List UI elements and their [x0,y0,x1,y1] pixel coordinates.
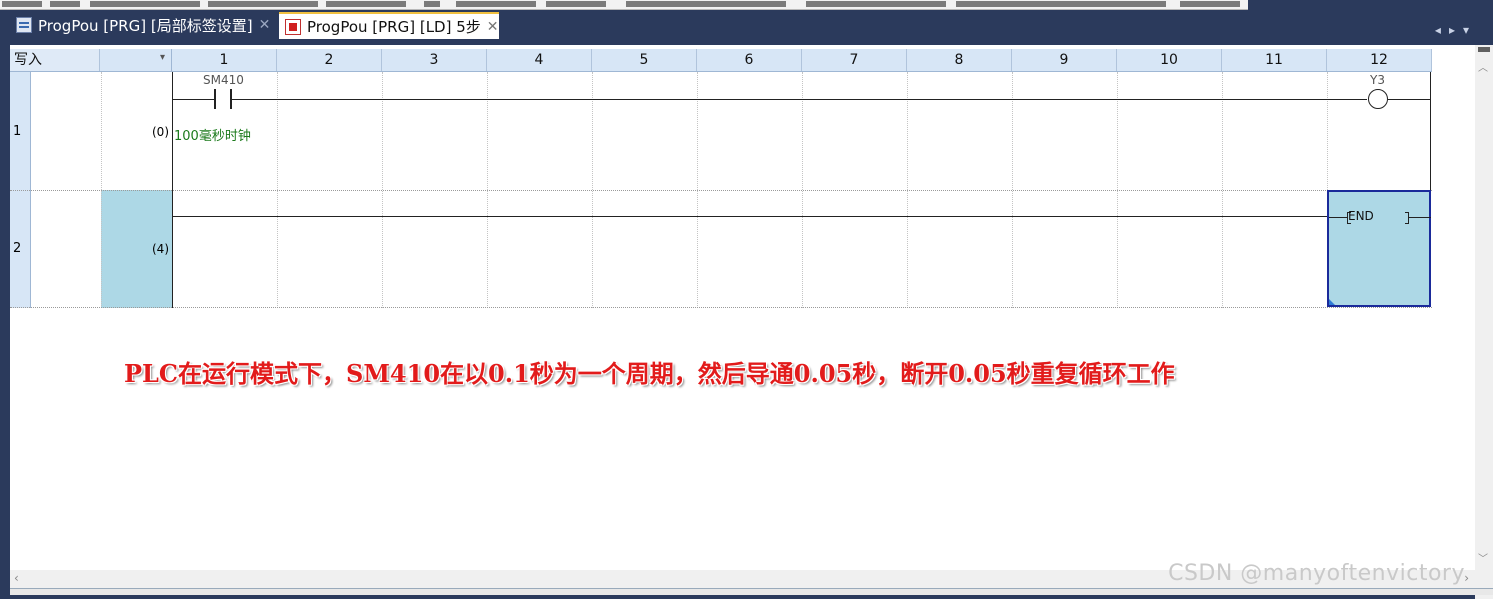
output-coil[interactable] [1368,89,1388,109]
right-power-rail [1430,72,1431,190]
column-header: 5 [592,49,697,71]
column-header: 2 [277,49,382,71]
tab-ladder-program[interactable]: ProgPou [PRG] [LD] 5步 ✕ [279,12,499,39]
close-icon[interactable]: ✕ [259,17,271,33]
column-header: 10 [1117,49,1222,71]
scroll-thumb[interactable] [1478,47,1490,52]
coil-device-label: Y3 [1370,73,1385,87]
tab-scroll-arrows[interactable]: ◂▸▾ [1435,23,1477,37]
tab-label: ProgPou [PRG] [局部标签设置] [38,16,253,35]
column-ruler: 写入 ▾ 1 2 3 4 5 6 7 8 9 10 11 12 [10,49,1432,72]
vertical-scrollbar[interactable]: ︿ ﹀ [1475,45,1493,599]
column-header: 11 [1222,49,1327,71]
step-number-cell-selected: (4) [101,190,172,308]
ladder-editor: 写入 ▾ 1 2 3 4 5 6 7 8 9 10 11 12 1 2 (0) … [10,41,1493,599]
watermark: CSDN @manyoftenvictory [1168,561,1465,586]
column-header: 1 [172,49,277,71]
contact-device-label: SM410 [203,73,244,87]
status-line [10,588,1493,595]
normally-open-contact[interactable] [214,89,232,109]
document-tab-bar: ProgPou [PRG] [局部标签设置] ✕ ProgPou [PRG] [… [0,10,1493,40]
column-header: 8 [907,49,1012,71]
toolbar-strip [0,0,1248,10]
table-icon [16,17,32,33]
chevron-left-icon[interactable]: ‹ [14,571,19,585]
column-header: 6 [697,49,802,71]
row-number[interactable]: 2 [10,190,31,308]
tab-local-labels[interactable]: ProgPou [PRG] [局部标签设置] ✕ [10,12,272,38]
end-instruction-label: END [1348,209,1374,223]
step-number-cell: (0) [152,125,169,139]
column-header: 9 [1012,49,1117,71]
column-header: 12 [1327,49,1432,71]
ladder-icon [285,18,301,35]
row-number[interactable]: 1 [10,72,31,190]
chevron-down-icon: ▾ [159,52,165,63]
mode-dropdown[interactable]: ▾ [100,49,172,71]
annotation-text: PLC在运行模式下，SM410在以0.1秒为一个周期，然后导通0.05秒，断开0… [124,359,1175,388]
end-instruction-cell[interactable]: END [1327,190,1431,307]
ladder-grid[interactable]: 1 2 (0) (4) SM410 Y3 100毫秒时钟 END [10,72,1432,308]
column-header: 3 [382,49,487,71]
chevron-up-icon[interactable]: ︿ [1478,59,1488,74]
close-icon[interactable]: ✕ [487,19,499,35]
chevron-down-icon[interactable]: ﹀ [1478,550,1488,565]
left-power-rail [172,72,173,308]
column-header: 4 [487,49,592,71]
tab-label: ProgPou [PRG] [LD] 5步 [307,18,481,36]
device-comment: 100毫秒时钟 [174,129,251,144]
mode-indicator: 写入 [10,49,100,71]
column-header: 7 [802,49,907,71]
cell-cursor [1329,299,1335,305]
